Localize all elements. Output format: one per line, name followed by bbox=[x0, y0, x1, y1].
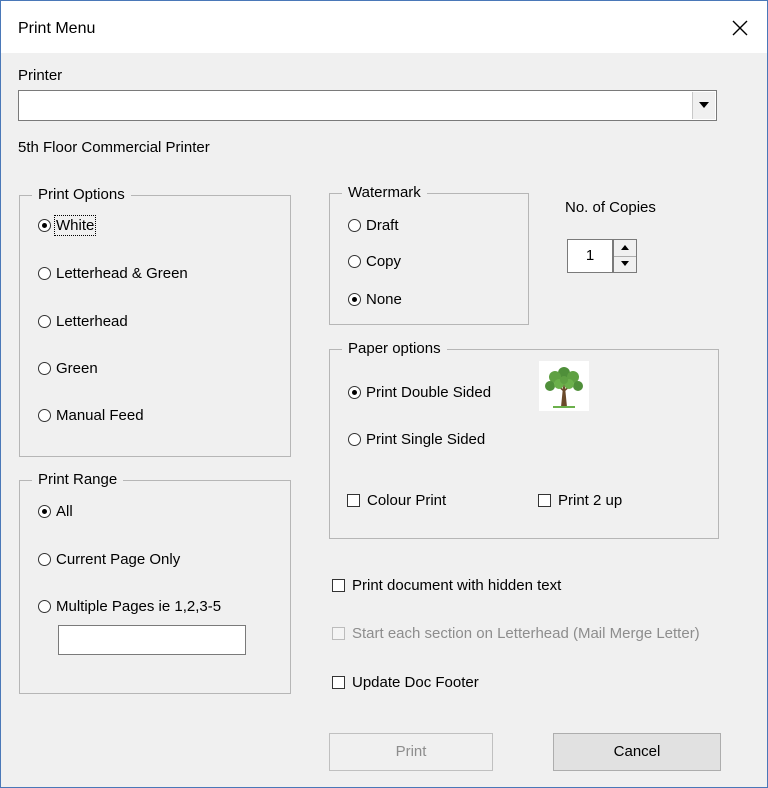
print-2up-label: Print 2 up bbox=[558, 492, 623, 509]
radio-letterhead-circle[interactable] bbox=[38, 315, 51, 328]
update-footer-checkbox[interactable]: Update Doc Footer bbox=[332, 674, 479, 691]
radio-double-sided-circle[interactable] bbox=[348, 386, 361, 399]
watermark-label: Watermark bbox=[342, 184, 427, 202]
radio-draft-circle[interactable] bbox=[348, 219, 361, 232]
copies-label: No. of Copies bbox=[565, 199, 656, 216]
copies-increment-button[interactable] bbox=[614, 240, 636, 257]
print-options-label: Print Options bbox=[32, 186, 131, 204]
radio-white-label: White bbox=[53, 215, 97, 236]
print-range-label: Print Range bbox=[32, 471, 124, 489]
radio-all-circle[interactable] bbox=[38, 505, 51, 518]
pages-input[interactable] bbox=[58, 625, 246, 655]
radio-manual-feed-label: Manual Feed bbox=[56, 407, 144, 424]
radio-manual-feed[interactable]: Manual Feed bbox=[38, 407, 144, 424]
radio-draft-label: Draft bbox=[366, 217, 399, 234]
radio-multiple-pages-circle[interactable] bbox=[38, 600, 51, 613]
colour-print-box[interactable] bbox=[347, 494, 360, 507]
radio-letterhead[interactable]: Letterhead bbox=[38, 313, 128, 330]
radio-all-label: All bbox=[56, 503, 73, 520]
radio-none-label: None bbox=[366, 291, 402, 308]
radio-none-circle[interactable] bbox=[348, 293, 361, 306]
colour-print-checkbox[interactable]: Colour Print bbox=[347, 492, 446, 509]
selected-printer-name: 5th Floor Commercial Printer bbox=[18, 139, 210, 156]
radio-copy-label: Copy bbox=[366, 253, 402, 270]
print-2up-box[interactable] bbox=[538, 494, 551, 507]
letterhead-section-box bbox=[332, 627, 345, 640]
tree-icon bbox=[539, 361, 589, 411]
printer-dropdown-button[interactable] bbox=[692, 92, 715, 119]
arrow-up-icon bbox=[621, 245, 629, 250]
radio-green[interactable]: Green bbox=[38, 360, 98, 377]
radio-multiple-pages-label: Multiple Pages ie 1,2,3-5 bbox=[56, 598, 222, 615]
print-menu-dialog: Print Menu Printer 5th Floor Commercial … bbox=[0, 0, 768, 788]
radio-current-page-label: Current Page Only bbox=[56, 551, 181, 568]
radio-letterhead-green-label: Letterhead & Green bbox=[56, 265, 188, 282]
print-button[interactable]: Print bbox=[329, 733, 493, 771]
title-bar: Print Menu bbox=[1, 1, 767, 53]
copies-input[interactable]: 1 bbox=[567, 239, 613, 273]
hidden-text-box[interactable] bbox=[332, 579, 345, 592]
letterhead-section-checkbox: Start each section on Letterhead (Mail M… bbox=[332, 625, 700, 642]
chevron-down-icon bbox=[699, 102, 709, 108]
window-title: Print Menu bbox=[18, 20, 96, 37]
radio-single-sided-circle[interactable] bbox=[348, 433, 361, 446]
radio-multiple-pages[interactable]: Multiple Pages ie 1,2,3-5 bbox=[38, 598, 221, 615]
radio-all[interactable]: All bbox=[38, 503, 73, 520]
radio-none[interactable]: None bbox=[348, 291, 402, 308]
radio-copy[interactable]: Copy bbox=[348, 253, 401, 270]
radio-green-label: Green bbox=[56, 360, 98, 377]
radio-double-sided-label: Print Double Sided bbox=[366, 384, 492, 401]
letterhead-section-label: Start each section on Letterhead (Mail M… bbox=[352, 625, 700, 642]
radio-manual-feed-circle[interactable] bbox=[38, 409, 51, 422]
copies-decrement-button[interactable] bbox=[614, 256, 636, 272]
print-2up-checkbox[interactable]: Print 2 up bbox=[538, 492, 622, 509]
radio-white[interactable]: White bbox=[38, 215, 97, 236]
radio-green-circle[interactable] bbox=[38, 362, 51, 375]
close-button[interactable] bbox=[720, 11, 760, 45]
radio-letterhead-label: Letterhead bbox=[56, 313, 128, 330]
printer-select[interactable] bbox=[18, 90, 717, 121]
radio-copy-circle[interactable] bbox=[348, 255, 361, 268]
radio-white-circle[interactable] bbox=[38, 219, 51, 232]
radio-letterhead-green-circle[interactable] bbox=[38, 267, 51, 280]
radio-current-page[interactable]: Current Page Only bbox=[38, 551, 180, 568]
update-footer-box[interactable] bbox=[332, 676, 345, 689]
radio-single-sided[interactable]: Print Single Sided bbox=[348, 431, 485, 448]
close-icon bbox=[732, 20, 748, 36]
arrow-down-icon bbox=[621, 261, 629, 266]
colour-print-label: Colour Print bbox=[367, 492, 447, 509]
copies-spinner bbox=[613, 239, 637, 273]
radio-double-sided[interactable]: Print Double Sided bbox=[348, 384, 491, 401]
copies-value: 1 bbox=[585, 247, 595, 264]
cancel-button[interactable]: Cancel bbox=[553, 733, 721, 771]
hidden-text-label: Print document with hidden text bbox=[352, 577, 562, 594]
update-footer-label: Update Doc Footer bbox=[352, 674, 479, 691]
hidden-text-checkbox[interactable]: Print document with hidden text bbox=[332, 577, 561, 594]
paper-options-label: Paper options bbox=[342, 340, 447, 358]
printer-label: Printer bbox=[18, 67, 63, 84]
radio-single-sided-label: Print Single Sided bbox=[366, 431, 486, 448]
radio-current-page-circle[interactable] bbox=[38, 553, 51, 566]
radio-draft[interactable]: Draft bbox=[348, 217, 399, 234]
radio-letterhead-green[interactable]: Letterhead & Green bbox=[38, 265, 188, 282]
